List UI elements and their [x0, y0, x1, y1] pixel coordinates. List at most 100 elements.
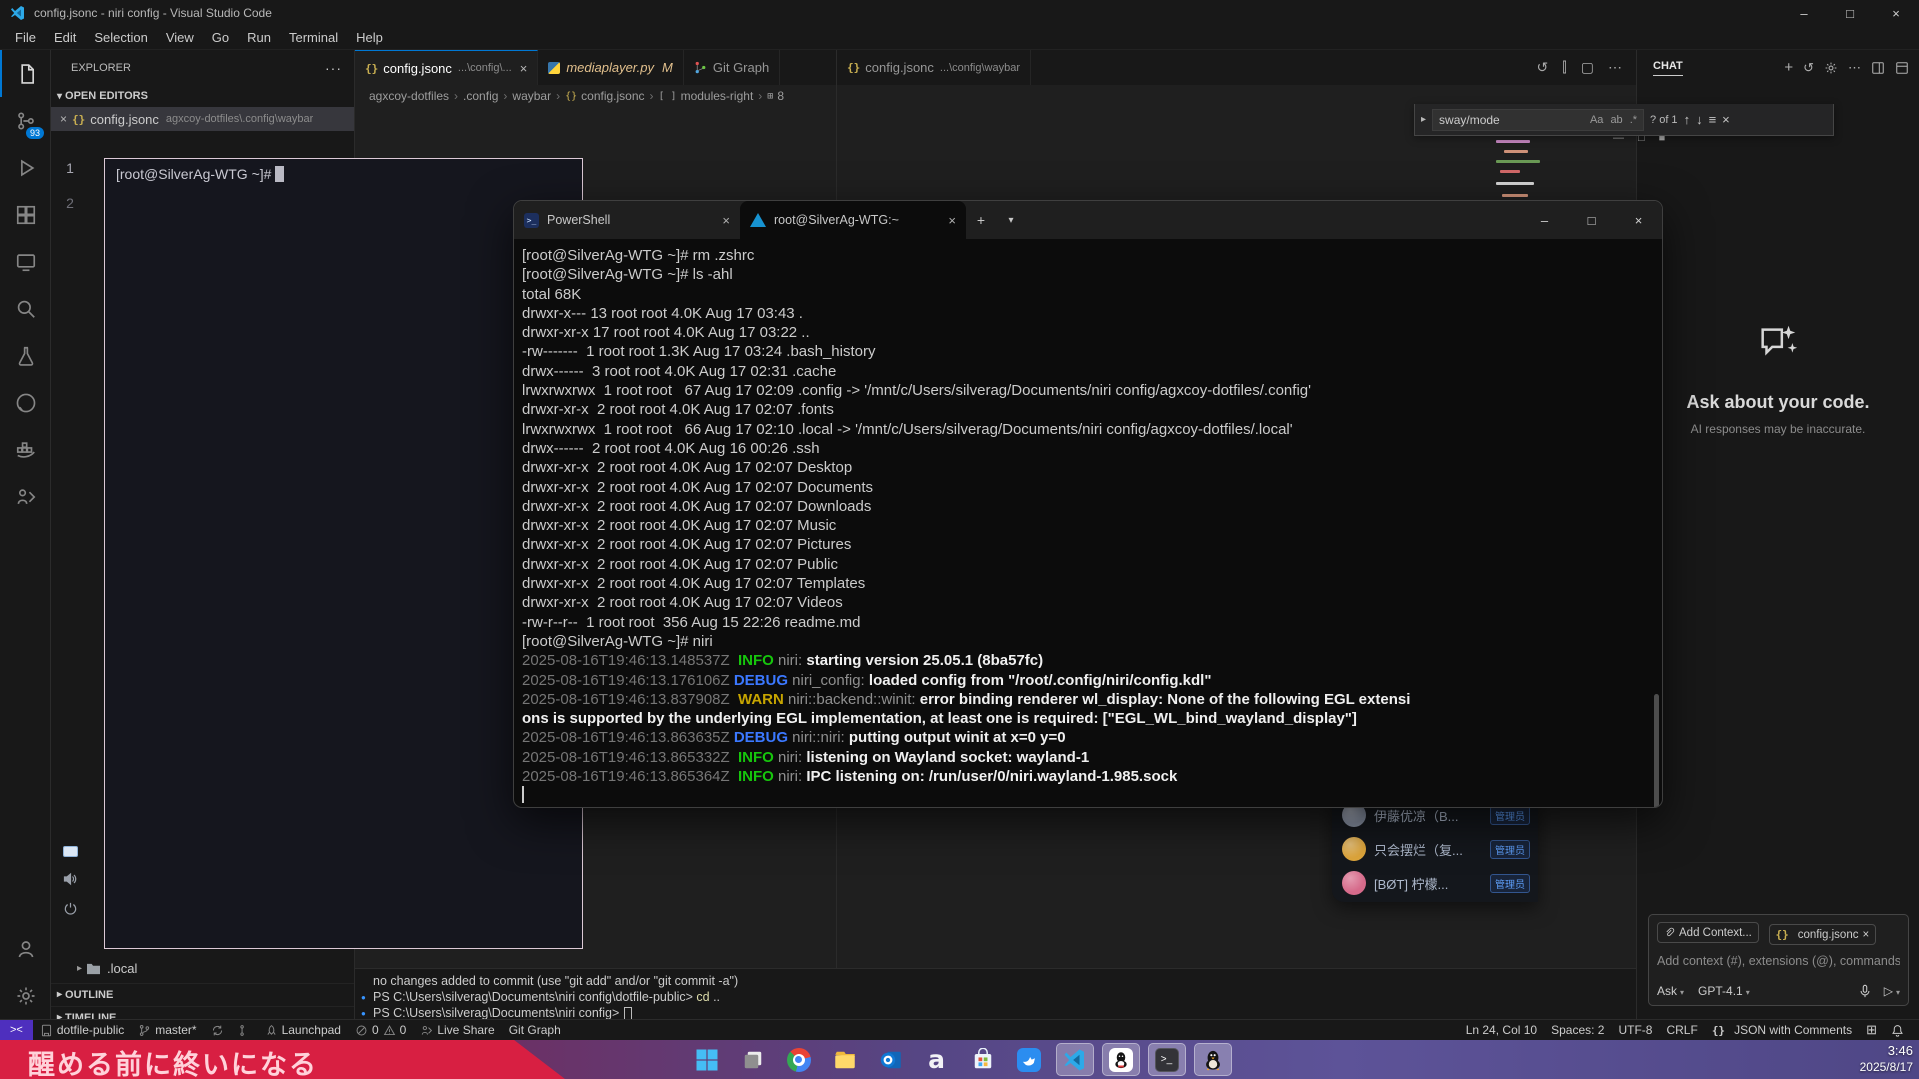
qq-member-row[interactable]: [BØT] 柠檬...管理员	[1332, 866, 1538, 900]
terminal-scrollbar[interactable]	[1654, 694, 1659, 807]
status-sync[interactable]	[204, 1024, 231, 1037]
tab-mediaplayer-py[interactable]: mediaplayer.pyM	[538, 50, 684, 85]
editor-layout-icon[interactable]: ▢	[1581, 59, 1594, 76]
explorer-icon[interactable]	[0, 50, 51, 97]
taskbar-outlook-icon[interactable]	[872, 1043, 910, 1076]
find-in-selection-icon[interactable]: ≡	[1709, 112, 1717, 127]
status-branch[interactable]: master*	[131, 1023, 203, 1037]
status-eol[interactable]: CRLF	[1659, 1023, 1704, 1037]
extensions-icon[interactable]	[0, 191, 51, 238]
outline-section[interactable]: ▸ OUTLINE	[51, 983, 354, 1005]
menu-item-edit[interactable]: Edit	[45, 28, 85, 47]
find-input[interactable]: sway/mode Aaab.*	[1432, 109, 1644, 131]
whole-word-icon[interactable]: ab	[1610, 114, 1622, 126]
chat-input-box[interactable]: Add Context... {} config.jsonc × Add con…	[1648, 914, 1909, 1006]
source-control-icon[interactable]: 93	[0, 97, 51, 144]
account-icon[interactable]	[0, 925, 51, 972]
open-editors-section[interactable]: ▾ OPEN EDITORS	[51, 85, 354, 107]
panel-layout-icon[interactable]	[1895, 61, 1909, 75]
find-previous-icon[interactable]: ↑	[1684, 112, 1691, 127]
taskbar-wsl-tux-icon[interactable]	[1194, 1043, 1232, 1076]
menu-item-view[interactable]: View	[157, 28, 203, 47]
terminal-minimize-button[interactable]: –	[1521, 201, 1568, 239]
match-case-icon[interactable]: Aa	[1590, 114, 1603, 126]
tab-wsl-arch[interactable]: root@SilverAg-WTG:~ ×	[740, 201, 966, 239]
waybar-tray-icon[interactable]	[63, 846, 78, 857]
integrated-terminal-panel[interactable]: no changes added to commit (use "git add…	[355, 968, 1636, 1019]
split-editor-icon[interactable]: ⫿	[1562, 59, 1566, 76]
search-icon[interactable]	[0, 285, 51, 332]
taskbar-vscode-icon[interactable]	[1056, 1043, 1094, 1076]
taskbar-chrome-icon[interactable]	[780, 1043, 818, 1076]
close-icon[interactable]: ×	[948, 213, 956, 228]
status-indentation[interactable]: Spaces: 2	[1544, 1023, 1611, 1037]
remove-context-icon[interactable]: ×	[1862, 929, 1869, 941]
status-repo[interactable]: dotfile-public	[33, 1023, 131, 1037]
editor-history-icon[interactable]: ↺	[1537, 59, 1549, 76]
settings-icon[interactable]	[0, 972, 51, 1019]
new-tab-button[interactable]: +	[966, 201, 996, 239]
taskbar-ms-store-icon[interactable]	[964, 1043, 1002, 1076]
taskbar-a-app-icon[interactable]: a	[918, 1043, 956, 1076]
taskbar-task-view-icon[interactable]	[734, 1043, 772, 1076]
status-launchpad[interactable]: Launchpad	[258, 1023, 348, 1037]
breadcrumb-item[interactable]: .config	[463, 89, 498, 103]
tree-item-local[interactable]: ▸ .local	[51, 957, 354, 979]
breadcrumb-item[interactable]: 8	[777, 89, 784, 103]
qq-member-row[interactable]: 只会摆烂（复...管理员	[1332, 832, 1538, 866]
find-next-icon[interactable]: ↓	[1696, 112, 1703, 127]
mode-selector[interactable]: Ask▾	[1657, 984, 1684, 998]
add-context-button[interactable]: Add Context...	[1657, 922, 1759, 943]
tab-config-jsonc[interactable]: {}config.jsonc...\config\waybar	[837, 50, 1031, 85]
workspace-2[interactable]: 2	[66, 195, 74, 211]
taskbar-qq-icon[interactable]	[1102, 1043, 1140, 1076]
sidebar-more-icon[interactable]: ···	[325, 60, 342, 76]
close-icon[interactable]: ×	[60, 112, 67, 126]
tab-git-graph[interactable]: Git Graph	[684, 50, 780, 85]
find-close-icon[interactable]: ×	[1722, 112, 1730, 127]
close-button[interactable]: ×	[1873, 0, 1919, 26]
model-selector[interactable]: GPT-4.1▾	[1698, 984, 1750, 998]
menu-item-file[interactable]: File	[6, 28, 45, 47]
microphone-icon[interactable]	[1858, 984, 1872, 998]
close-icon[interactable]: ×	[520, 61, 528, 76]
breadcrumb-item[interactable]: agxcoy-dotfiles	[369, 89, 449, 103]
status-problems[interactable]: 0 0	[348, 1023, 413, 1037]
regex-icon[interactable]: .*	[1630, 114, 1637, 126]
taskbar-bird-app-icon[interactable]	[1010, 1043, 1048, 1076]
volume-icon[interactable]	[62, 871, 78, 887]
send-button[interactable]: ▷▾	[1884, 984, 1900, 998]
live-share-icon[interactable]	[0, 473, 51, 520]
github-icon[interactable]	[0, 379, 51, 426]
testing-icon[interactable]	[0, 332, 51, 379]
chat-tab[interactable]: CHAT	[1653, 60, 1683, 76]
open-editor-item[interactable]: × {} config.jsonc agxcoy-dotfiles\.confi…	[51, 107, 354, 131]
status-git-graph[interactable]: Git Graph	[502, 1023, 568, 1037]
chat-input-placeholder[interactable]: Add context (#), extensions (@), command…	[1657, 954, 1900, 968]
toggle-replace-icon[interactable]: ▸	[1421, 114, 1426, 125]
taskbar-start-icon[interactable]	[688, 1043, 726, 1076]
terminal-close-button[interactable]: ×	[1615, 201, 1662, 239]
status-cursor-position[interactable]: Ln 24, Col 10	[1459, 1023, 1544, 1037]
new-chat-icon[interactable]: +	[1784, 59, 1793, 76]
terminal-output[interactable]: [root@SilverAg-WTG ~]# rm .zshrc[root@Si…	[514, 239, 1662, 807]
taskbar-clock[interactable]: 3:46 2025/8/17	[1860, 1043, 1913, 1075]
breadcrumb-item[interactable]: modules-right	[681, 89, 754, 103]
docker-icon[interactable]	[0, 426, 51, 473]
maximize-button[interactable]: □	[1827, 0, 1873, 26]
minimize-button[interactable]: –	[1781, 0, 1827, 26]
status-encoding[interactable]: UTF-8	[1611, 1023, 1659, 1037]
menu-item-help[interactable]: Help	[347, 28, 392, 47]
status-table-icon[interactable]: ⊞	[1859, 1022, 1884, 1038]
menu-item-run[interactable]: Run	[238, 28, 280, 47]
taskbar-file-explorer-icon[interactable]	[826, 1043, 864, 1076]
chat-history-icon[interactable]: ↺	[1803, 60, 1814, 76]
run-debug-icon[interactable]	[0, 144, 51, 191]
menu-item-terminal[interactable]: Terminal	[280, 28, 347, 47]
status-source-control-extra[interactable]	[231, 1024, 258, 1037]
tab-powershell[interactable]: >_ PowerShell ×	[514, 201, 740, 239]
more-actions-icon[interactable]: ⋯	[1848, 60, 1861, 76]
tab-dropdown-icon[interactable]: ▾	[996, 201, 1026, 239]
breadcrumb-item[interactable]: waybar	[512, 89, 551, 103]
menu-item-go[interactable]: Go	[203, 28, 238, 47]
